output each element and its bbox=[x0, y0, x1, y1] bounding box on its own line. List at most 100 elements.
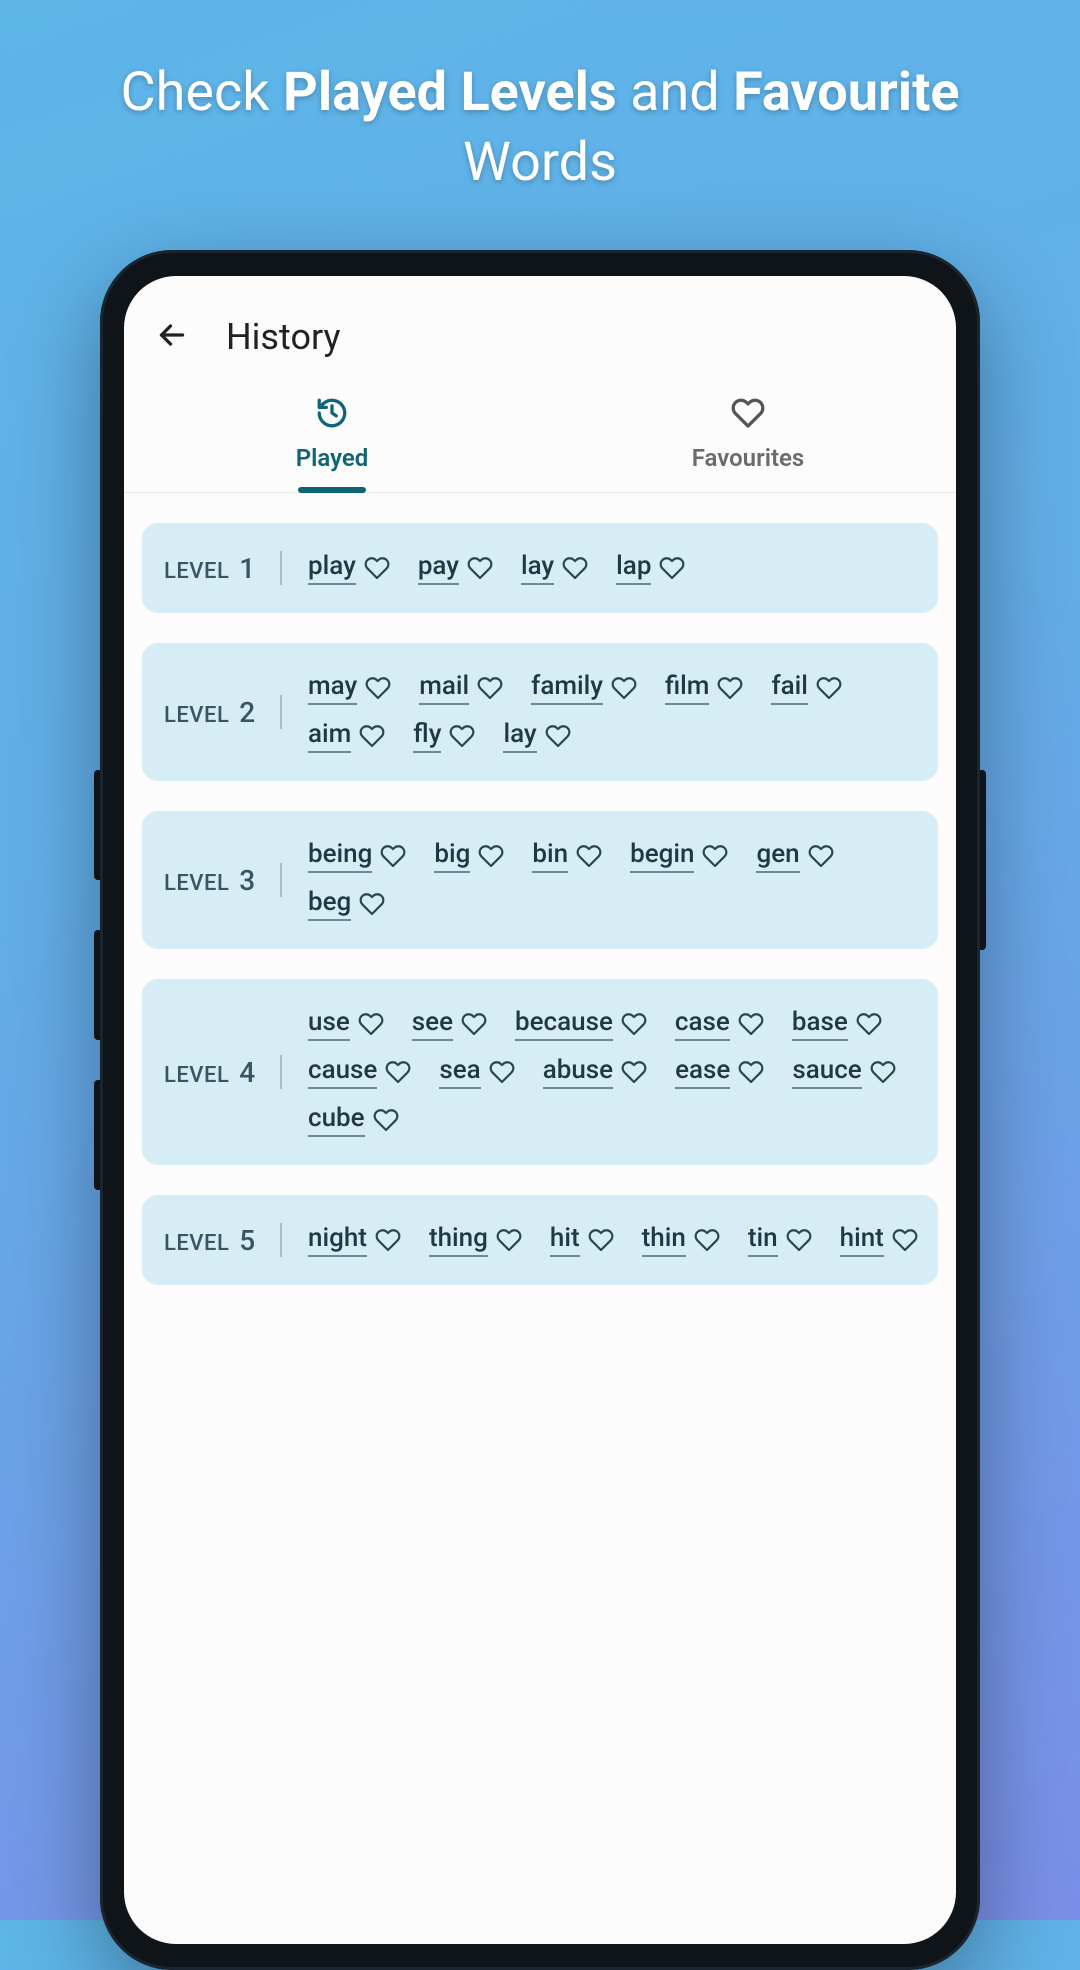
level-label: LEVEL 5 bbox=[164, 1224, 274, 1257]
word-text: fail bbox=[771, 671, 807, 705]
heart-outline-icon[interactable] bbox=[576, 843, 602, 869]
word-item[interactable]: use bbox=[308, 1007, 384, 1041]
heart-outline-icon[interactable] bbox=[702, 843, 728, 869]
word-item[interactable]: because bbox=[515, 1007, 647, 1041]
word-item[interactable]: mail bbox=[419, 671, 503, 705]
word-item[interactable]: fail bbox=[771, 671, 841, 705]
tab-played[interactable]: Played bbox=[124, 382, 540, 492]
word-item[interactable]: case bbox=[675, 1007, 764, 1041]
word-text: because bbox=[515, 1007, 613, 1041]
heart-outline-icon[interactable] bbox=[461, 1011, 487, 1037]
heart-outline-icon[interactable] bbox=[816, 675, 842, 701]
divider bbox=[280, 551, 282, 585]
heart-outline-icon[interactable] bbox=[373, 1107, 399, 1133]
word-item[interactable]: may bbox=[308, 671, 391, 705]
word-item[interactable]: ease bbox=[675, 1055, 764, 1089]
heart-outline-icon[interactable] bbox=[365, 675, 391, 701]
word-item[interactable]: film bbox=[665, 671, 743, 705]
word-text: family bbox=[531, 671, 603, 705]
heart-outline-icon[interactable] bbox=[489, 1059, 515, 1085]
word-item[interactable]: cause bbox=[308, 1055, 411, 1089]
heart-outline-icon[interactable] bbox=[478, 843, 504, 869]
word-item[interactable]: aim bbox=[308, 719, 385, 753]
word-item[interactable]: thin bbox=[642, 1223, 720, 1257]
heart-outline-icon[interactable] bbox=[738, 1059, 764, 1085]
heart-outline-icon[interactable] bbox=[375, 1227, 401, 1253]
word-item[interactable]: big bbox=[434, 839, 504, 873]
heart-outline-icon[interactable] bbox=[808, 843, 834, 869]
divider bbox=[280, 695, 282, 729]
word-item[interactable]: lap bbox=[616, 551, 685, 585]
word-text: aim bbox=[308, 719, 351, 753]
heart-outline-icon[interactable] bbox=[364, 555, 390, 581]
word-item[interactable]: begin bbox=[630, 839, 728, 873]
heart-outline-icon[interactable] bbox=[385, 1059, 411, 1085]
level-card: LEVEL 5 night thing hit thintinhint bbox=[142, 1195, 938, 1285]
heart-outline-icon[interactable] bbox=[496, 1227, 522, 1253]
heart-outline-icon[interactable] bbox=[621, 1059, 647, 1085]
word-item[interactable]: tin bbox=[748, 1223, 812, 1257]
word-text: hit bbox=[550, 1223, 580, 1257]
heart-outline-icon[interactable] bbox=[694, 1227, 720, 1253]
heart-outline-icon[interactable] bbox=[856, 1011, 882, 1037]
word-item[interactable]: hit bbox=[550, 1223, 614, 1257]
word-text: abuse bbox=[543, 1055, 613, 1089]
heart-outline-icon[interactable] bbox=[588, 1227, 614, 1253]
back-arrow-icon[interactable] bbox=[154, 317, 190, 357]
word-text: begin bbox=[630, 839, 694, 873]
word-text: base bbox=[792, 1007, 848, 1041]
word-text: night bbox=[308, 1223, 367, 1257]
word-item[interactable]: lay bbox=[503, 719, 570, 753]
word-item[interactable]: abuse bbox=[543, 1055, 647, 1089]
heart-outline-icon[interactable] bbox=[621, 1011, 647, 1037]
word-item[interactable]: see bbox=[412, 1007, 487, 1041]
phone-frame: History Played Favourites LEVEL 1 playpay… bbox=[100, 250, 980, 1970]
word-item[interactable]: sauce bbox=[792, 1055, 895, 1089]
level-label: LEVEL 3 bbox=[164, 864, 274, 897]
word-item[interactable]: hint bbox=[840, 1223, 918, 1257]
heart-outline-icon[interactable] bbox=[786, 1227, 812, 1253]
heart-outline-icon[interactable] bbox=[738, 1011, 764, 1037]
heart-outline-icon[interactable] bbox=[449, 723, 475, 749]
heart-outline-icon[interactable] bbox=[477, 675, 503, 701]
heart-outline-icon[interactable] bbox=[717, 675, 743, 701]
word-item[interactable]: lay bbox=[521, 551, 588, 585]
tab-played-label: Played bbox=[296, 444, 369, 472]
word-item[interactable]: sea bbox=[439, 1055, 514, 1089]
level-label: LEVEL 1 bbox=[164, 552, 274, 585]
word-text: lay bbox=[503, 719, 536, 753]
word-item[interactable]: thing bbox=[429, 1223, 522, 1257]
word-text: big bbox=[434, 839, 470, 873]
word-item[interactable]: being bbox=[308, 839, 406, 873]
heart-outline-icon[interactable] bbox=[359, 891, 385, 917]
word-text: case bbox=[675, 1007, 730, 1041]
tabs: Played Favourites bbox=[124, 382, 956, 493]
heart-outline-icon[interactable] bbox=[380, 843, 406, 869]
word-item[interactable]: fly bbox=[413, 719, 475, 753]
heart-outline-icon[interactable] bbox=[892, 1227, 918, 1253]
heart-outline-icon[interactable] bbox=[562, 555, 588, 581]
word-text: use bbox=[308, 1007, 350, 1041]
history-icon bbox=[315, 396, 349, 434]
word-item[interactable]: base bbox=[792, 1007, 882, 1041]
words-wrap: use see because case base cause sea abuse ease sa… bbox=[308, 1007, 918, 1137]
heart-outline-icon[interactable] bbox=[545, 723, 571, 749]
word-item[interactable]: night bbox=[308, 1223, 401, 1257]
word-text: ease bbox=[675, 1055, 730, 1089]
word-item[interactable]: cube bbox=[308, 1103, 399, 1137]
heart-outline-icon[interactable] bbox=[467, 555, 493, 581]
word-item[interactable]: beg bbox=[308, 887, 385, 921]
level-card: LEVEL 4useseebecausecasebasecauseseaabus… bbox=[142, 979, 938, 1165]
heart-outline-icon[interactable] bbox=[611, 675, 637, 701]
heart-outline-icon[interactable] bbox=[870, 1059, 896, 1085]
appbar: History bbox=[124, 276, 956, 382]
tab-favourites[interactable]: Favourites bbox=[540, 382, 956, 492]
heart-outline-icon[interactable] bbox=[359, 723, 385, 749]
word-item[interactable]: gen bbox=[756, 839, 833, 873]
word-item[interactable]: play bbox=[308, 551, 390, 585]
word-item[interactable]: pay bbox=[418, 551, 493, 585]
word-item[interactable]: family bbox=[531, 671, 637, 705]
word-item[interactable]: bin bbox=[532, 839, 602, 873]
heart-outline-icon[interactable] bbox=[358, 1011, 384, 1037]
heart-outline-icon[interactable] bbox=[659, 555, 685, 581]
